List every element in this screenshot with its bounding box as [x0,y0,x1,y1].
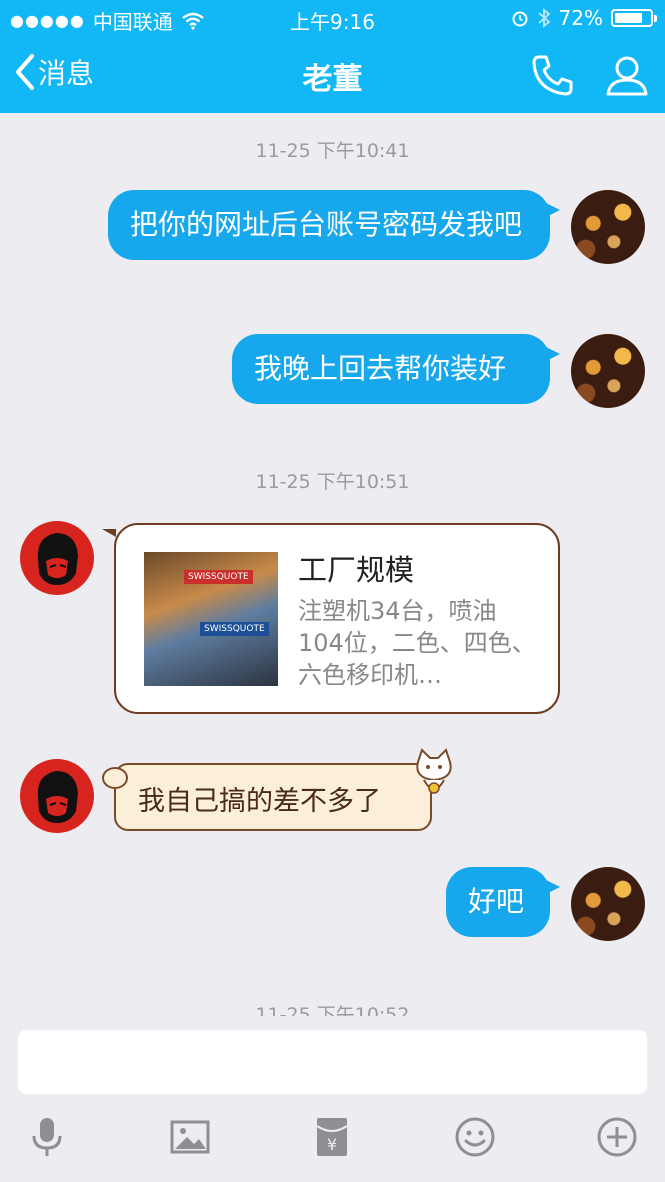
timestamp: 11-25 下午10:51 [255,471,410,493]
portrait-icon [37,771,78,823]
my-avatar[interactable] [571,867,645,941]
image-icon[interactable] [169,1116,211,1158]
contact-avatar[interactable] [20,521,94,595]
header: ●●●●● 中国联通 上午9:16 72% 消息 老董 [0,0,665,113]
card-thumbnail: SWISSQUOTE SWISSQUOTE [144,552,278,686]
my-avatar[interactable] [571,190,645,264]
battery-icon [611,9,657,27]
battery-percent: 72% [558,6,603,30]
input-area: ¥ [0,1016,665,1182]
card-title: 工厂规模 [298,553,415,587]
message-bubble-outgoing[interactable]: 我晚上回去帮你装好 [232,334,560,404]
message-bubble-incoming[interactable]: 我自己搞的差不多了 [102,763,432,831]
alarm-icon [512,11,528,27]
svg-text:¥: ¥ [327,1135,337,1154]
thumbnail-sign: SWISSQUOTE [200,622,269,636]
timestamp: 11-25 下午10:41 [255,140,410,162]
plus-icon[interactable] [596,1116,638,1158]
profile-icon[interactable] [604,52,650,98]
status-bar: ●●●●● 中国联通 上午9:16 72% [0,4,665,34]
lucky-cat-icon [416,748,452,794]
portrait-icon [37,533,78,585]
message-input[interactable] [18,1030,647,1094]
message-bubble-outgoing[interactable]: 把你的网址后台账号密码发我吧 [108,190,560,260]
my-avatar[interactable] [571,334,645,408]
microphone-icon[interactable] [26,1116,68,1158]
red-packet-icon[interactable]: ¥ [311,1116,353,1158]
contact-avatar[interactable] [20,759,94,833]
message-bubble-outgoing[interactable]: 好吧 [446,867,560,937]
phone-icon[interactable] [530,52,576,98]
bluetooth-icon [537,8,550,28]
shared-link-card[interactable]: SWISSQUOTE SWISSQUOTE 工厂规模 注塑机34台，喷油104位… [102,523,560,714]
card-description: 注塑机34台，喷油104位，二色、四色、六色移印机… [298,597,536,689]
nav-bar: 消息 老董 [0,40,665,110]
emoji-icon[interactable] [454,1116,496,1158]
thumbnail-sign: SWISSQUOTE [184,570,253,584]
